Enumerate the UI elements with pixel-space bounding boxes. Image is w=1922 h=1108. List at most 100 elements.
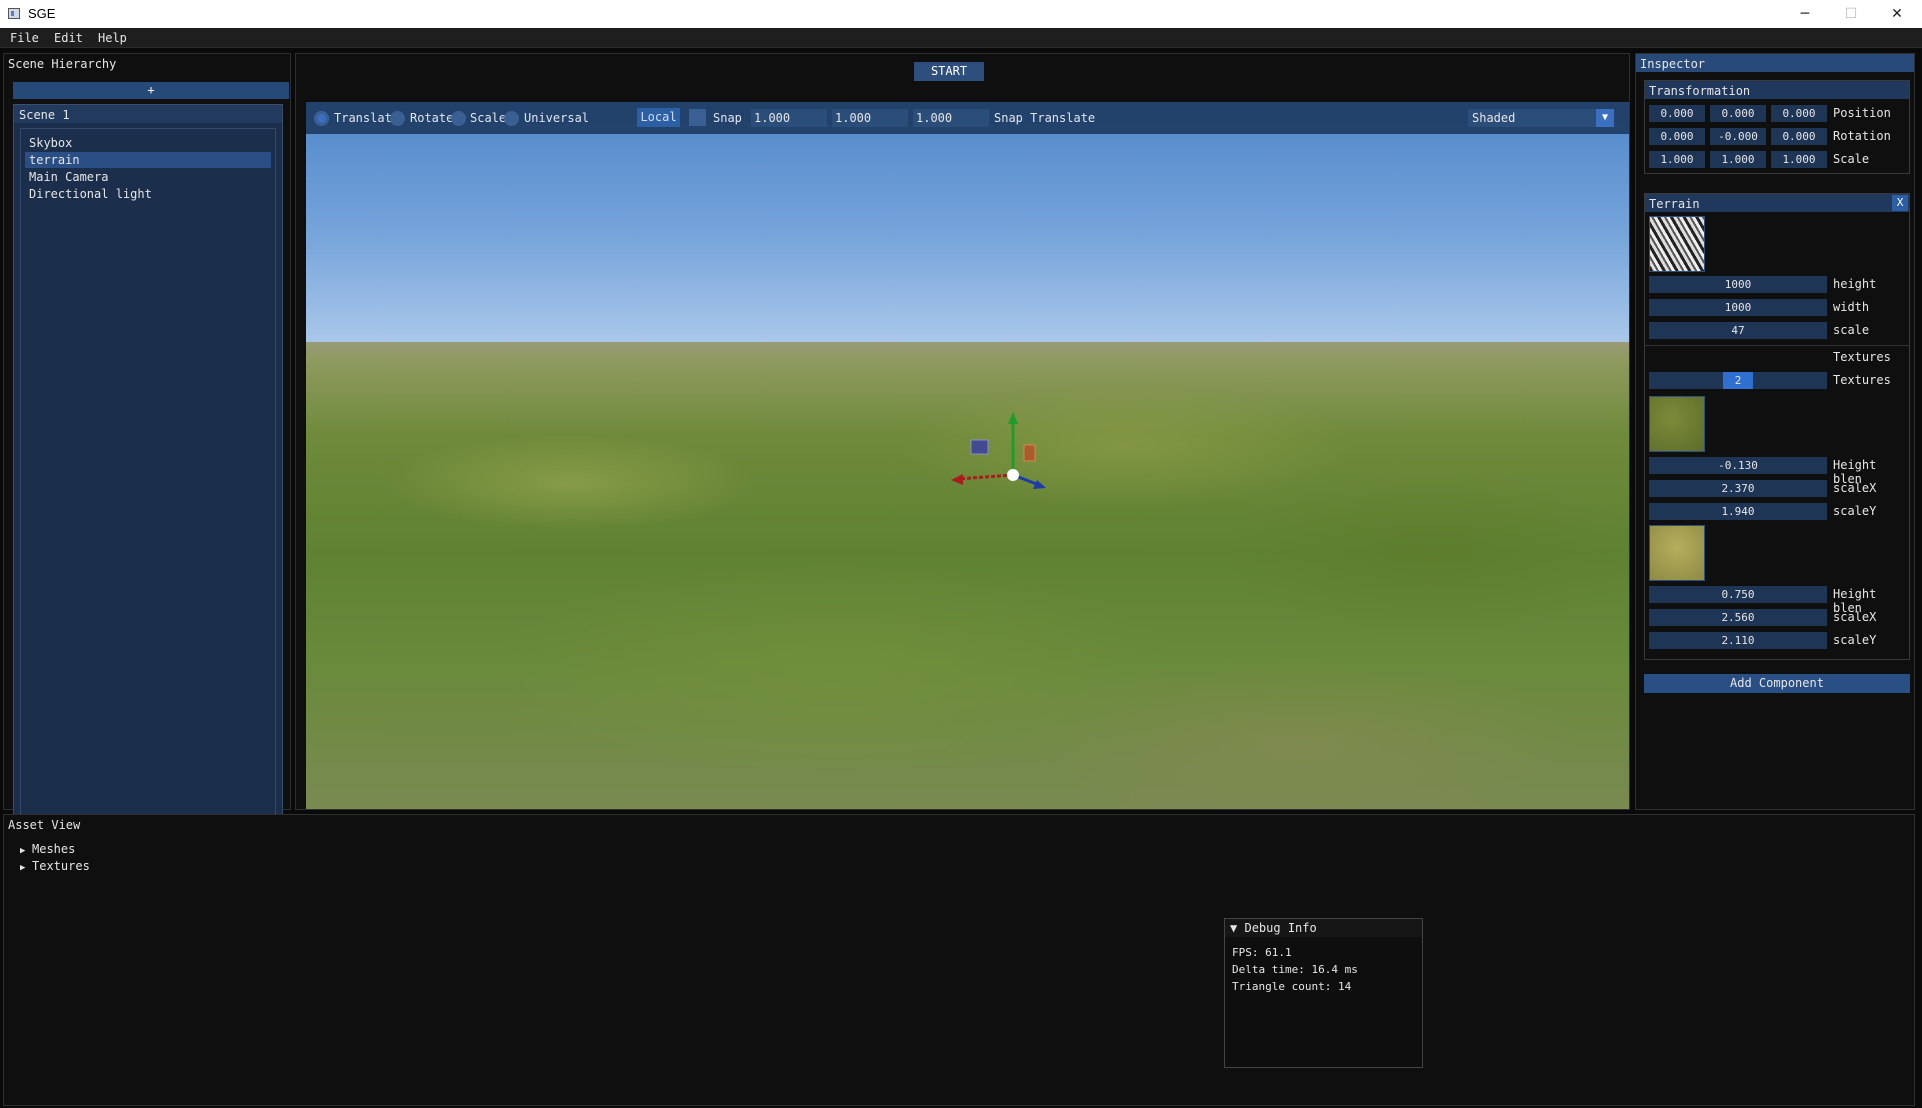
add-object-button[interactable]: +	[13, 82, 289, 99]
shading-mode-select[interactable]: Shaded ▼	[1468, 109, 1614, 127]
asset-folder-textures[interactable]: ▶ Textures	[20, 859, 90, 873]
app-icon	[8, 8, 20, 19]
terrain-scale-label: scale	[1833, 323, 1870, 337]
universal-radio[interactable]	[504, 111, 519, 126]
universal-label: Universal	[524, 111, 590, 125]
position-y-input[interactable]: 0.000	[1710, 105, 1766, 122]
texture-count-slider[interactable]: 2	[1649, 372, 1827, 389]
scale-y-input[interactable]: 1.000	[1710, 151, 1766, 168]
snap-z-input[interactable]: 1.000	[913, 109, 989, 127]
transformation-section: Transformation 0.000 0.000 0.000 Positio…	[1644, 80, 1910, 174]
chevron-right-icon: ▶	[20, 846, 26, 856]
delta-time-readout: Delta time: 16.4 ms	[1232, 963, 1358, 976]
viewport-toolbar: Translate Rotate Scale Universal Local S…	[306, 102, 1629, 134]
window-title-bar: SGE ─ ☐ ✕	[0, 0, 1922, 28]
snap-y-input[interactable]: 1.000	[832, 109, 908, 127]
scene-hierarchy-panel: Scene Hierarchy + Scene 1 Skybox terrain…	[3, 53, 291, 845]
divider	[1645, 345, 1909, 346]
menu-file[interactable]: File	[10, 31, 39, 45]
texture-2-scaley-label: scaleY	[1833, 633, 1877, 647]
scene-viewport[interactable]: Translate Rotate Scale Universal Local S…	[306, 102, 1629, 809]
scale-label: Scale	[470, 111, 507, 125]
position-x-input[interactable]: 0.000	[1649, 105, 1705, 122]
texture-1-scalex-label: scaleX	[1833, 481, 1877, 495]
close-window-button[interactable]: ✕	[1874, 0, 1920, 28]
position-z-input[interactable]: 0.000	[1771, 105, 1827, 122]
menu-bar: File Edit Help	[0, 28, 1922, 48]
hierarchy-item-directional-light[interactable]: Directional light	[25, 186, 271, 202]
hierarchy-item-terrain[interactable]: terrain	[25, 152, 271, 168]
scale-label: Scale	[1833, 152, 1870, 166]
width-input[interactable]: 1000	[1649, 299, 1827, 316]
texture-1-thumbnail[interactable]	[1649, 396, 1705, 452]
debug-header[interactable]: ▼ Debug Info	[1225, 919, 1422, 937]
minimize-button[interactable]: ─	[1782, 0, 1828, 28]
terrain-scale-input[interactable]: 47	[1649, 322, 1827, 339]
fps-readout: FPS: 61.1	[1232, 946, 1292, 959]
panel-title: Scene Hierarchy	[8, 57, 117, 71]
textures-header: Textures	[1833, 350, 1891, 364]
asset-view-panel: Asset View ▶ Meshes ▶ Textures ▼ Debug Inf…	[3, 814, 1915, 1106]
heightmap-thumbnail[interactable]	[1649, 216, 1705, 272]
snap-checkbox[interactable]	[689, 109, 706, 126]
terrain-component-section: Terrain X 1000 height 1000 width 47 scal…	[1644, 193, 1910, 660]
height-label: height	[1833, 277, 1877, 291]
texture-1-scaley-label: scaleY	[1833, 504, 1877, 518]
texture-1-height-blend-input[interactable]: -0.130	[1649, 457, 1827, 474]
rotation-y-input[interactable]: -0.000	[1710, 128, 1766, 145]
debug-info-window: ▼ Debug Info FPS: 61.1 Delta time: 16.4 …	[1224, 918, 1423, 1068]
section-header[interactable]: Terrain	[1645, 194, 1909, 212]
texture-2-scalex-input[interactable]: 2.560	[1649, 609, 1827, 626]
menu-edit[interactable]: Edit	[54, 31, 83, 45]
asset-folder-meshes[interactable]: ▶ Meshes	[20, 842, 75, 856]
position-label: Position	[1833, 106, 1891, 120]
hierarchy-item-main-camera[interactable]: Main Camera	[25, 169, 271, 185]
scale-z-input[interactable]: 1.000	[1771, 151, 1827, 168]
snap-x-input[interactable]: 1.000	[751, 109, 827, 127]
texture-1-scaley-input[interactable]: 1.940	[1649, 503, 1827, 520]
panel-title: Inspector	[1636, 54, 1914, 72]
menu-help[interactable]: Help	[98, 31, 127, 45]
remove-component-button[interactable]: X	[1892, 195, 1908, 211]
translate-radio[interactable]	[314, 111, 329, 126]
maximize-button[interactable]: ☐	[1828, 0, 1874, 28]
folder-label: Textures	[32, 859, 90, 873]
texture-2-scalex-label: scaleX	[1833, 610, 1877, 624]
local-toggle-button[interactable]: Local	[637, 108, 680, 127]
snap-mode-label: Snap Translate	[994, 111, 1096, 125]
height-input[interactable]: 1000	[1649, 276, 1827, 293]
rotation-z-input[interactable]: 0.000	[1771, 128, 1827, 145]
scale-radio[interactable]	[451, 111, 466, 126]
scene-object-list: Skybox terrain Main Camera Directional l…	[20, 128, 276, 840]
texture-1-scalex-input[interactable]: 2.370	[1649, 480, 1827, 497]
texture-2-thumbnail[interactable]	[1649, 525, 1705, 581]
scene-tree: Scene 1 Skybox terrain Main Camera Direc…	[13, 104, 283, 845]
scene-header[interactable]: Scene 1	[14, 105, 282, 123]
debug-title: Debug Info	[1244, 921, 1317, 935]
chevron-right-icon: ▶	[20, 863, 26, 873]
triangle-count-readout: Triangle count: 14	[1232, 980, 1352, 993]
texture-2-height-blend-input[interactable]: 0.750	[1649, 586, 1827, 603]
texture-count-label: Textures	[1833, 373, 1891, 387]
window-title: SGE	[28, 6, 56, 21]
rotation-label: Rotation	[1833, 129, 1891, 143]
texture-2-scaley-input[interactable]: 2.110	[1649, 632, 1827, 649]
translate-gizmo[interactable]	[306, 102, 1629, 809]
snap-label: Snap	[713, 111, 742, 125]
scale-x-input[interactable]: 1.000	[1649, 151, 1705, 168]
slider-handle[interactable]: 2	[1723, 372, 1753, 389]
chevron-down-icon: ▼	[1596, 109, 1614, 127]
rotate-radio[interactable]	[390, 111, 405, 126]
collapse-arrow-icon: ▼	[1230, 921, 1238, 935]
section-header[interactable]: Transformation	[1645, 81, 1909, 99]
panel-title: Asset View	[8, 818, 81, 832]
width-label: width	[1833, 300, 1870, 314]
rotation-x-input[interactable]: 0.000	[1649, 128, 1705, 145]
folder-label: Meshes	[32, 842, 76, 856]
shading-mode-value: Shaded	[1472, 111, 1516, 125]
add-component-button[interactable]: Add Component	[1644, 674, 1910, 693]
hierarchy-item-skybox[interactable]: Skybox	[25, 135, 271, 151]
start-button[interactable]: START	[914, 62, 984, 81]
scene-view-panel: START Translate Rotate Scale Universal L…	[295, 53, 1630, 810]
rotate-label: Rotate	[410, 111, 454, 125]
